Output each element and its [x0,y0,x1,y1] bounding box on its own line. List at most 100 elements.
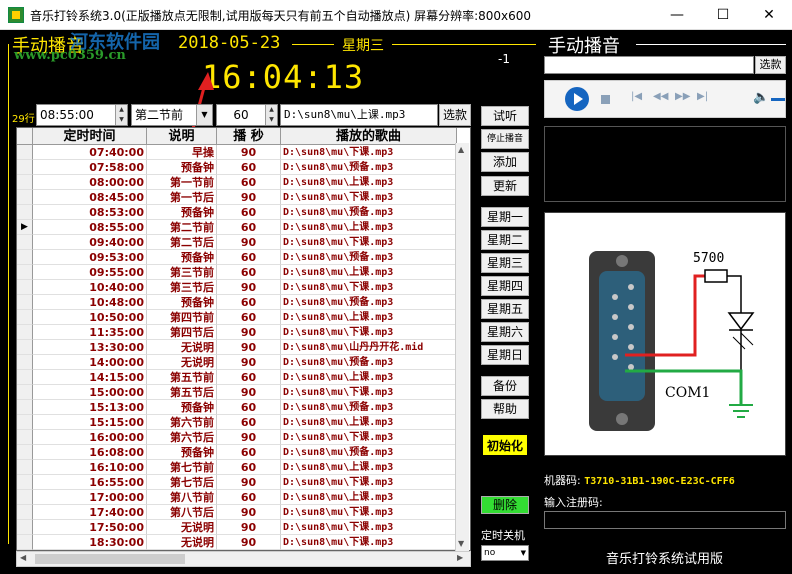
cell-desc[interactable]: 第六节前 [147,415,217,430]
cell-desc[interactable]: 第七节后 [147,475,217,490]
tuesday-button[interactable]: 星期二 [481,230,529,250]
table-row[interactable]: 07:58:00 预备钟 60 D:\sun8\mu\预备.mp3 [17,160,457,175]
cell-time[interactable]: 16:00:00 [33,430,147,445]
cell-seconds[interactable]: 90 [217,235,281,250]
chevron-down-icon[interactable]: ▼ [521,546,526,560]
cell-seconds[interactable]: 90 [217,505,281,520]
cell-seconds[interactable]: 90 [217,145,281,160]
cell-seconds[interactable]: 90 [217,340,281,355]
cell-song[interactable]: D:\sun8\mu\下课.mp3 [281,385,457,400]
cell-desc[interactable]: 无说明 [147,520,217,535]
thursday-button[interactable]: 星期四 [481,276,529,296]
table-row[interactable]: 13:30:00 无说明 90 D:\sun8\mu\山丹丹开花.mid [17,340,457,355]
row-selector[interactable] [17,475,33,490]
cell-desc[interactable]: 无说明 [147,535,217,550]
table-row[interactable]: 09:40:00 第二节后 90 D:\sun8\mu\下课.mp3 [17,235,457,250]
cell-desc[interactable]: 预备钟 [147,250,217,265]
cell-desc[interactable]: 第四节前 [147,310,217,325]
row-selector[interactable] [17,160,33,175]
minimize-button[interactable]: — [654,0,700,30]
row-selector[interactable] [17,175,33,190]
cell-song[interactable]: D:\sun8\mu\上课.mp3 [281,370,457,385]
cell-song[interactable]: D:\sun8\mu\预备.mp3 [281,160,457,175]
table-row[interactable]: 08:45:00 第一节后 90 D:\sun8\mu\下课.mp3 [17,190,457,205]
cell-desc[interactable]: 第七节前 [147,460,217,475]
cell-time[interactable]: 08:53:00 [33,205,147,220]
row-selector[interactable] [17,430,33,445]
cell-seconds[interactable]: 60 [217,370,281,385]
column-header-seconds[interactable]: 播 秒 [217,128,281,145]
cell-time[interactable]: 16:08:00 [33,445,147,460]
cell-seconds[interactable]: 60 [217,400,281,415]
row-selector[interactable] [17,235,33,250]
row-selector[interactable] [17,415,33,430]
row-selector[interactable] [17,295,33,310]
cell-desc[interactable]: 第六节后 [147,430,217,445]
cell-desc[interactable]: 预备钟 [147,445,217,460]
column-header-time[interactable]: 定时时间 [33,128,147,145]
cell-time[interactable]: 10:40:00 [33,280,147,295]
row-selector[interactable] [17,310,33,325]
cell-song[interactable]: D:\sun8\mu\下课.mp3 [281,325,457,340]
table-row[interactable]: 17:50:00 无说明 90 D:\sun8\mu\下课.mp3 [17,520,457,535]
row-selector[interactable]: ▶ [17,220,33,235]
cell-song[interactable]: D:\sun8\mu\山丹丹开花.mid [281,340,457,355]
table-row[interactable]: 07:40:00 早操 90 D:\sun8\mu\下课.mp3 [17,145,457,160]
column-header-song[interactable]: 播放的歌曲 [281,128,457,145]
cell-song[interactable]: D:\sun8\mu\下课.mp3 [281,535,457,550]
close-button[interactable]: ✕ [746,0,792,30]
row-selector[interactable] [17,355,33,370]
cell-time[interactable]: 10:50:00 [33,310,147,325]
update-button[interactable]: 更新 [481,176,529,196]
cell-song[interactable]: D:\sun8\mu\下课.mp3 [281,145,457,160]
scroll-left-icon[interactable]: ◀ [20,553,26,562]
table-row[interactable]: 14:00:00 无说明 90 D:\sun8\mu\预备.mp3 [17,355,457,370]
cell-time[interactable]: 15:15:00 [33,415,147,430]
cell-seconds[interactable]: 90 [217,520,281,535]
cell-seconds[interactable]: 60 [217,265,281,280]
cell-desc[interactable]: 预备钟 [147,295,217,310]
cell-desc[interactable]: 第八节后 [147,505,217,520]
browse-button[interactable]: 选款 [439,104,471,126]
initialize-button[interactable]: 初始化 [481,433,529,457]
cell-desc[interactable]: 预备钟 [147,160,217,175]
cell-song[interactable]: D:\sun8\mu\预备.mp3 [281,400,457,415]
row-selector[interactable] [17,340,33,355]
cell-desc[interactable]: 无说明 [147,355,217,370]
cell-song[interactable]: D:\sun8\mu\上课.mp3 [281,265,457,280]
cell-time[interactable]: 17:00:00 [33,490,147,505]
table-row[interactable]: 17:00:00 第八节前 60 D:\sun8\mu\上课.mp3 [17,490,457,505]
cell-desc[interactable]: 早操 [147,145,217,160]
cell-time[interactable]: 08:55:00 [33,220,147,235]
time-input[interactable]: 08:55:00 ▲ ▼ [36,104,128,126]
cell-seconds[interactable]: 60 [217,490,281,505]
time-spinner[interactable]: ▲ ▼ [115,105,127,125]
row-selector[interactable] [17,370,33,385]
cell-seconds[interactable]: 60 [217,220,281,235]
table-row[interactable]: 16:55:00 第七节后 90 D:\sun8\mu\下课.mp3 [17,475,457,490]
scroll-up-icon[interactable]: ▲ [458,145,464,154]
cell-time[interactable]: 07:40:00 [33,145,147,160]
cell-song[interactable]: D:\sun8\mu\预备.mp3 [281,295,457,310]
scroll-right-icon[interactable]: ▶ [457,553,463,562]
cell-desc[interactable]: 第四节后 [147,325,217,340]
table-row[interactable]: 15:13:00 预备钟 60 D:\sun8\mu\预备.mp3 [17,400,457,415]
cell-time[interactable]: 18:30:00 [33,535,147,550]
cell-desc[interactable]: 第一节前 [147,175,217,190]
cell-desc[interactable]: 第一节后 [147,190,217,205]
cell-seconds[interactable]: 60 [217,250,281,265]
cell-seconds[interactable]: 60 [217,175,281,190]
table-row[interactable]: 09:53:00 预备钟 60 D:\sun8\mu\预备.mp3 [17,250,457,265]
cell-seconds[interactable]: 60 [217,445,281,460]
cell-time[interactable]: 09:53:00 [33,250,147,265]
row-selector[interactable] [17,520,33,535]
chevron-down-icon[interactable]: ▼ [196,105,212,125]
friday-button[interactable]: 星期五 [481,299,529,319]
cell-time[interactable]: 15:00:00 [33,385,147,400]
cell-song[interactable]: D:\sun8\mu\上课.mp3 [281,415,457,430]
rewind-icon[interactable]: ◀◀ [653,91,668,102]
next-icon[interactable]: ▶| [697,91,708,102]
cell-time[interactable]: 07:58:00 [33,160,147,175]
fast-forward-icon[interactable]: ▶▶ [675,91,690,102]
cell-time[interactable]: 17:40:00 [33,505,147,520]
